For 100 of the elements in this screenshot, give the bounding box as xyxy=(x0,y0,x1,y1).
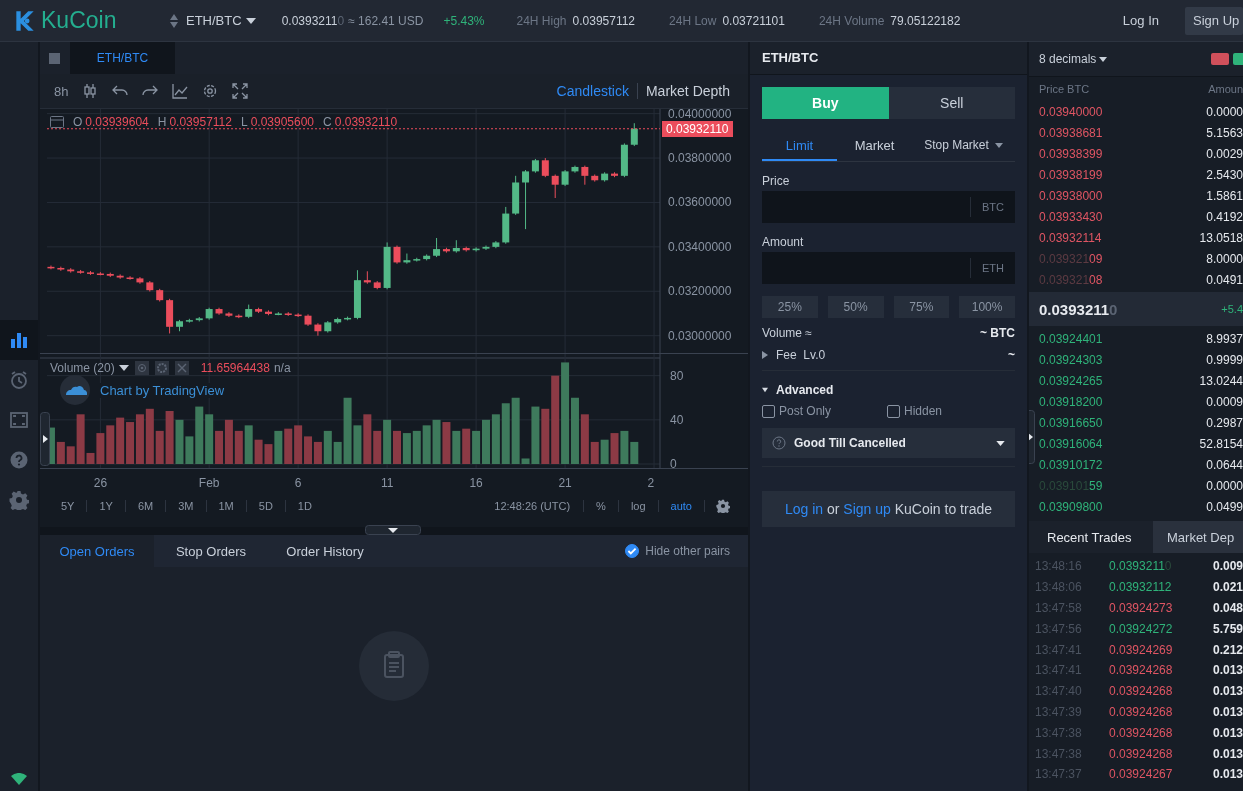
candle xyxy=(77,269,85,275)
candle xyxy=(601,171,609,183)
bid-amount: 8.9937 xyxy=(1206,331,1243,346)
scale-option[interactable]: log xyxy=(627,500,649,512)
legend-key: L xyxy=(240,115,248,129)
orders-tab[interactable]: Order History xyxy=(268,535,382,567)
trade-time: 13:48:16 xyxy=(1034,559,1083,574)
gear-icon[interactable] xyxy=(154,361,169,375)
percent-button[interactable]: 75% xyxy=(893,296,950,318)
settings-icon[interactable] xyxy=(202,83,219,99)
stat-value: 79.05122182 xyxy=(890,13,961,28)
bid-price[interactable]: 0.03918200 xyxy=(1039,394,1103,409)
logo[interactable]: KuCoin xyxy=(41,7,117,34)
percent-button[interactable]: 50% xyxy=(827,296,884,318)
volume-title[interactable]: Volume (20) xyxy=(50,361,115,375)
pair-selector[interactable]: ETH/BTC xyxy=(186,13,256,28)
volume-bar xyxy=(294,425,303,464)
ask-price[interactable]: 0.03932109 xyxy=(1039,251,1103,266)
advanced-label[interactable]: Advanced xyxy=(776,383,834,397)
settings-icon[interactable] xyxy=(716,499,730,513)
view-tab[interactable]: Candlestick xyxy=(556,83,629,99)
caret-icon xyxy=(245,17,256,24)
ask-price[interactable]: 0.03938399 xyxy=(1039,146,1103,161)
log-in-button[interactable]: Log In xyxy=(1110,6,1171,35)
checkbox-label[interactable]: Hide other pairs xyxy=(645,544,730,558)
candle xyxy=(304,313,312,327)
bid-price[interactable]: 0.03916650 xyxy=(1039,415,1103,430)
checkbox[interactable] xyxy=(887,404,900,418)
ask-price[interactable]: 0.03932108 xyxy=(1039,272,1103,287)
volume-bar xyxy=(383,419,392,464)
trade-price: 0.03924268 xyxy=(1109,684,1174,699)
side-tab[interactable]: Sell xyxy=(888,87,1015,119)
sign-up-link[interactable]: Sign up xyxy=(843,501,891,517)
expand-icon[interactable] xyxy=(762,351,768,359)
bid-price[interactable]: 0.03916064 xyxy=(1039,436,1103,451)
scale-option[interactable]: auto xyxy=(667,500,695,512)
chart-tab[interactable]: ETH/BTC xyxy=(70,42,175,74)
range-button[interactable]: 1Y xyxy=(96,500,116,512)
percent-button[interactable]: 100% xyxy=(959,296,1015,318)
orders-tab[interactable]: Open Orders xyxy=(40,535,154,567)
bid-price[interactable]: 0.03924401 xyxy=(1039,331,1103,346)
bid-price[interactable]: 0.03909800 xyxy=(1039,499,1103,514)
ask-price[interactable]: 0.03938000 xyxy=(1039,188,1103,203)
candle xyxy=(551,174,559,199)
range-button[interactable]: 6M xyxy=(134,500,157,512)
percent-button[interactable]: 25% xyxy=(762,296,818,318)
ask-price[interactable]: 0.03938199 xyxy=(1039,167,1103,182)
attribution-link[interactable]: Chart by TradingView xyxy=(98,382,227,398)
collapse-handle-icon[interactable] xyxy=(365,525,421,535)
fee-label[interactable]: Fee Lv.0 xyxy=(776,348,1008,362)
volume-label: Volume ≈ xyxy=(762,326,813,340)
range-button[interactable]: 5Y xyxy=(58,500,78,512)
scale-option[interactable]: % xyxy=(593,500,609,512)
ask-amount: 0.0491 xyxy=(1206,272,1243,287)
trades-tab[interactable]: Recent Trades xyxy=(1029,521,1153,553)
checkbox[interactable] xyxy=(625,544,640,558)
range-button[interactable]: 1D xyxy=(294,500,315,512)
cloud-icon[interactable] xyxy=(60,375,90,405)
bid-price[interactable]: 0.03910172 xyxy=(1039,457,1103,472)
bid-price[interactable]: 0.03924303 xyxy=(1039,352,1103,367)
trades-tab[interactable]: Market Dep xyxy=(1153,521,1243,553)
legend-value: 0.03957112 xyxy=(169,115,232,129)
ask-price[interactable]: 0.03933430 xyxy=(1039,209,1103,224)
close-icon[interactable] xyxy=(174,361,189,375)
order-type-tab[interactable]: Limit xyxy=(762,131,837,161)
range-button[interactable]: 1M xyxy=(215,500,237,512)
order-type-tab[interactable]: Market xyxy=(837,131,912,161)
legend-icon[interactable] xyxy=(50,116,64,128)
fullscreen-icon[interactable] xyxy=(232,83,249,99)
caret-icon[interactable] xyxy=(118,365,129,371)
interval-button[interactable]: 8h xyxy=(54,83,69,99)
precision-dropdown[interactable]: 8 decimals xyxy=(1039,52,1108,66)
bid-price[interactable]: 0.03924265 xyxy=(1039,373,1103,388)
range-button[interactable]: 5D xyxy=(255,500,276,512)
eye-icon[interactable] xyxy=(134,361,149,375)
candle xyxy=(363,270,371,285)
ask-price[interactable]: 0.03938681 xyxy=(1039,125,1103,140)
swap-icon[interactable] xyxy=(170,13,178,28)
ask-price[interactable]: 0.03940000 xyxy=(1039,104,1103,119)
checkbox-label[interactable]: Post Only xyxy=(779,404,832,418)
log-in-link[interactable]: Log in xyxy=(784,501,824,517)
chart-icon[interactable] xyxy=(0,320,38,360)
expand-handle-icon[interactable] xyxy=(40,412,50,466)
input-field[interactable]: ETH xyxy=(762,252,1015,284)
sign-up-button[interactable]: Sign Up xyxy=(1185,6,1243,35)
candles-icon[interactable] xyxy=(82,83,99,99)
indicator-icon[interactable] xyxy=(172,83,189,99)
checkbox[interactable] xyxy=(762,404,775,418)
orders-tab[interactable]: Stop Orders xyxy=(154,535,268,567)
checkbox-label[interactable]: Hidden xyxy=(904,404,943,418)
order-type-tab[interactable]: Stop Market xyxy=(912,131,1015,161)
trade-amount: 0.013 xyxy=(1212,725,1243,740)
collapse-icon[interactable] xyxy=(762,386,768,394)
range-button[interactable]: 3M xyxy=(175,500,197,512)
view-tab[interactable]: Market Depth xyxy=(645,83,730,99)
time-in-force-dropdown[interactable]: Good Till Cancelled xyxy=(762,428,1015,458)
candle xyxy=(462,246,470,253)
input-field[interactable]: BTC xyxy=(762,191,1015,223)
mid-price: 0.03932110 xyxy=(1039,300,1118,318)
ask-price[interactable]: 0.03932114 xyxy=(1039,230,1102,245)
